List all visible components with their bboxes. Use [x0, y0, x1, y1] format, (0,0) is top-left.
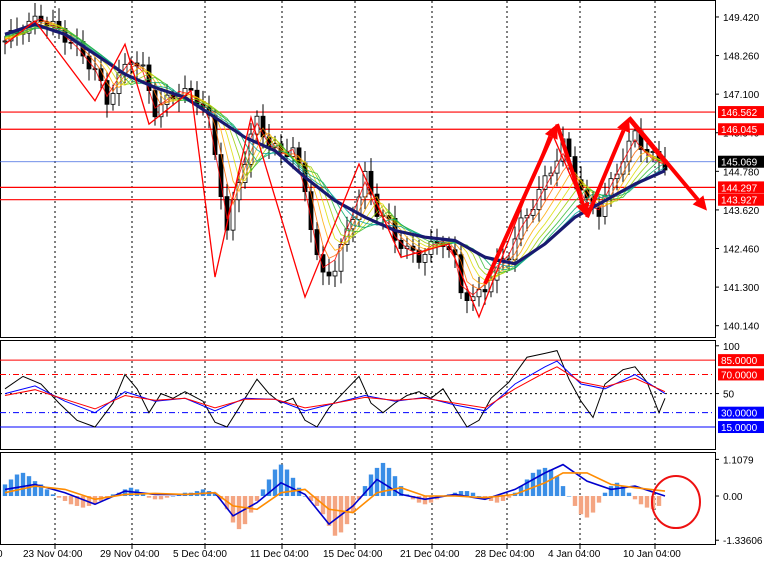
macd-histogram-bar: [44, 489, 50, 497]
macd-histogram-bar: [152, 496, 158, 500]
price-tick-label: 143.620: [723, 206, 760, 217]
oscillator-level-label: 70.0000: [721, 370, 758, 381]
macd-histogram-bar: [50, 494, 56, 497]
macd-histogram-bar: [656, 496, 662, 506]
macd-histogram-bar: [332, 496, 338, 536]
price-level-label: 146.045: [721, 125, 758, 136]
price-level-label: 144.297: [721, 183, 758, 194]
price-tick-label: 148.260: [723, 52, 760, 63]
candle-body: [422, 253, 428, 263]
macd-histogram-bar: [68, 496, 74, 505]
macd-histogram-bar: [590, 496, 596, 513]
time-tick-label: 5 Dec 04:00: [173, 549, 227, 560]
oscillator-level-label: 30.0000: [721, 409, 758, 420]
macd-histogram-bar: [632, 496, 638, 500]
macd-histogram-bar: [554, 476, 560, 497]
price-tick-label: 147.100: [723, 90, 760, 101]
oscillator-tick-label: 100: [723, 342, 740, 353]
price-level-label: 146.562: [721, 108, 758, 119]
price-level-label: 145.069: [721, 158, 758, 169]
candle-body: [536, 188, 542, 210]
oscillator-tick-label: 50: [723, 390, 735, 401]
time-tick-label: 4 Jan 04:00: [548, 549, 601, 560]
time-tick-label: 11 Dec 04:00: [250, 549, 309, 560]
macd-histogram-bar: [392, 476, 398, 497]
macd-tick-label: -1.33606: [723, 536, 763, 547]
time-tick-label: 10 Jan 04:00: [623, 549, 681, 560]
price-tick-label: 140.140: [723, 322, 760, 333]
macd-histogram-bar: [62, 496, 68, 501]
price-tick-label: 141.300: [723, 283, 760, 294]
time-tick-label: 23 Nov 04:00: [23, 549, 83, 560]
macd-histogram-bar: [14, 474, 20, 497]
macd-histogram-bar: [20, 472, 26, 497]
candle-body: [482, 289, 488, 293]
macd-histogram-bar: [470, 492, 476, 497]
candle-body: [140, 64, 146, 67]
macd-histogram-bar: [158, 496, 164, 500]
macd-histogram-bar: [560, 486, 566, 497]
macd-histogram-bar: [638, 496, 644, 505]
oscillator-level-label: 15.0000: [721, 423, 758, 434]
macd-histogram-bar: [146, 496, 152, 498]
macd-histogram-bar: [170, 496, 176, 497]
candle-body: [2, 40, 8, 43]
macd-histogram-bar: [32, 481, 38, 497]
candle-body: [626, 140, 632, 163]
macd-tick-label: 1.1079: [723, 455, 754, 466]
price-tick-label: 144.780: [723, 167, 760, 178]
chart-canvas: 149.420148.260147.100145.940144.780143.6…: [0, 0, 770, 565]
macd-histogram-bar: [548, 469, 554, 497]
price-tick-label: 142.460: [723, 245, 760, 256]
time-tick-label: 0: [0, 549, 3, 560]
macd-histogram-bar: [80, 496, 86, 508]
macd-histogram-bar: [572, 496, 578, 506]
candle-body: [110, 93, 116, 105]
candle-body: [326, 271, 332, 277]
macd-histogram-bar: [530, 472, 536, 497]
macd-histogram-bar: [230, 496, 236, 523]
macd-histogram-bar: [506, 496, 512, 498]
macd-histogram-bar: [260, 489, 266, 497]
time-tick-label: 21 Dec 04:00: [400, 549, 460, 560]
macd-histogram-bar: [56, 496, 62, 498]
macd-histogram-bar: [254, 496, 260, 501]
macd-histogram-bar: [626, 492, 632, 497]
macd-histogram-bar: [644, 496, 650, 508]
macd-histogram-bar: [476, 496, 482, 497]
macd-tick-label: 0.00: [723, 492, 743, 503]
macd-histogram-bar: [584, 496, 590, 518]
candle-body: [332, 270, 338, 277]
time-tick-label: 28 Dec 04:00: [475, 549, 535, 560]
macd-histogram-bar: [602, 492, 608, 497]
macd-histogram-bar: [536, 469, 542, 497]
candle-body: [464, 292, 470, 302]
macd-histogram-bar: [608, 486, 614, 497]
time-tick-label: 15 Dec 04:00: [323, 549, 383, 560]
candle-body: [86, 55, 92, 70]
macd-histogram-bar: [578, 496, 584, 515]
macd-histogram-bar: [272, 469, 278, 497]
price-tick-label: 149.420: [723, 13, 760, 24]
macd-histogram-bar: [278, 464, 284, 497]
candle-body: [530, 209, 536, 216]
macd-histogram-bar: [422, 496, 428, 505]
macd-histogram-bar: [290, 477, 296, 497]
macd-histogram-bar: [596, 496, 602, 503]
time-tick-label: 29 Nov 04:00: [100, 549, 160, 560]
macd-histogram-bar: [464, 491, 470, 497]
oscillator-level-label: 85.0000: [721, 356, 758, 367]
macd-histogram-bar: [164, 496, 170, 498]
macd-histogram-bar: [566, 496, 572, 497]
macd-histogram-bar: [386, 467, 392, 497]
price-level-label: 143.927: [721, 196, 758, 207]
macd-histogram-bar: [2, 484, 8, 497]
macd-histogram-bar: [500, 496, 506, 501]
